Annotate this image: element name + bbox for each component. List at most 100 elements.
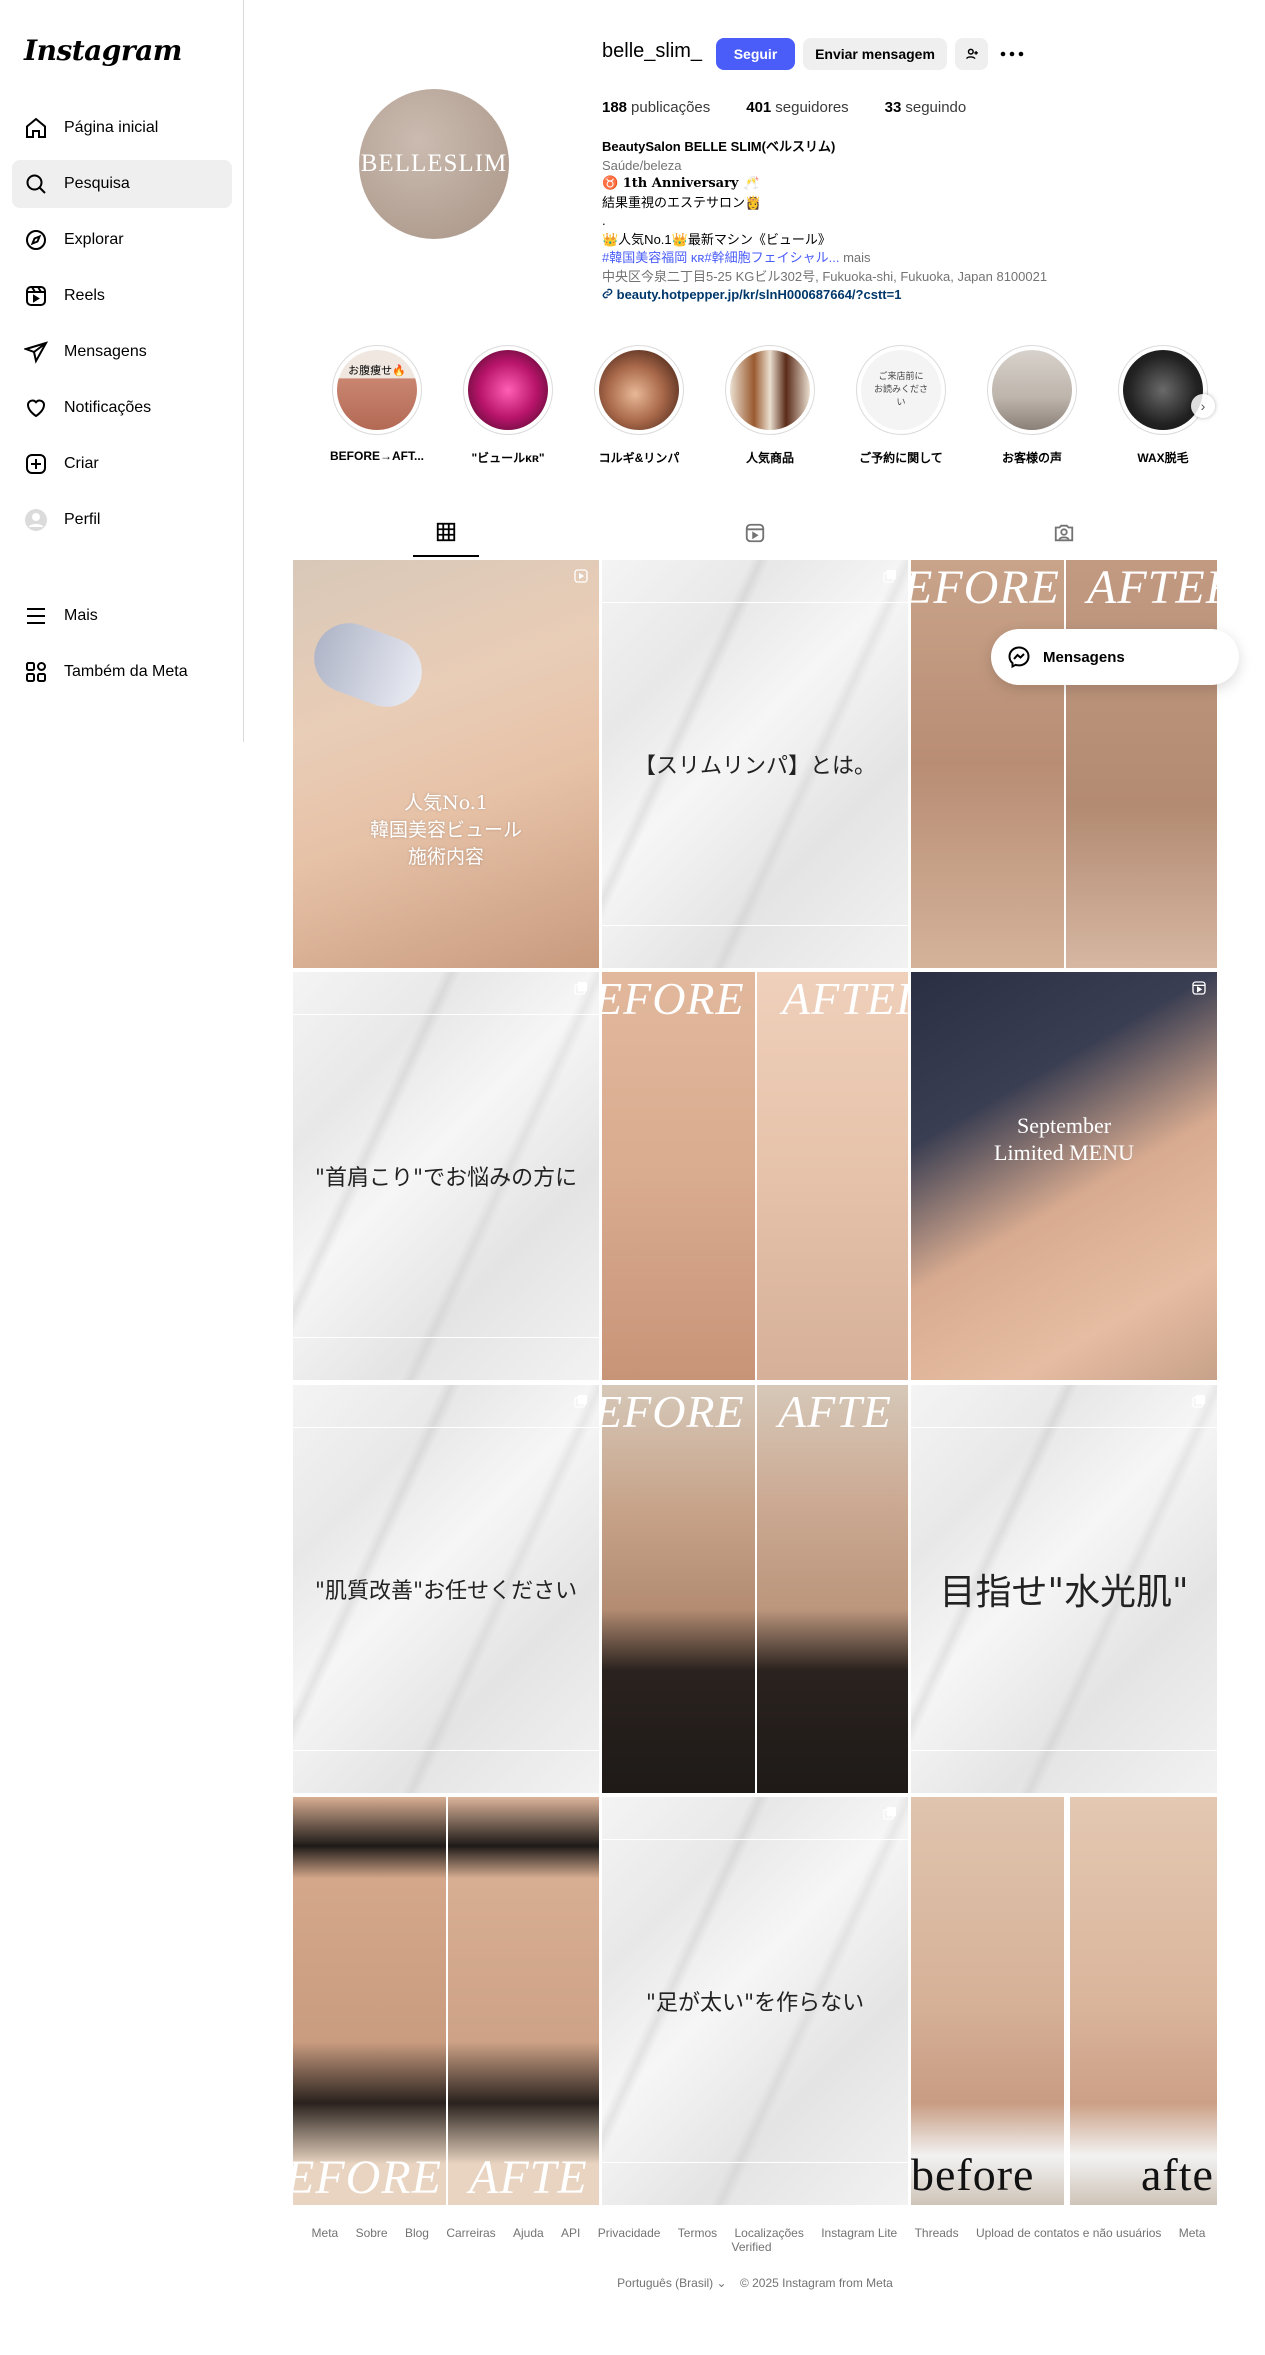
reel-badge-icon — [574, 569, 588, 583]
sidebar-item-profile[interactable]: Perfil — [12, 496, 232, 544]
post-tile[interactable]: 人気No.1 韓国美容ビュール 施術内容 — [293, 560, 599, 968]
send-icon — [24, 341, 48, 364]
send-message-button[interactable]: Enviar mensagem — [803, 38, 947, 70]
footer-link[interactable]: Termos — [678, 2226, 717, 2240]
sidebar-item-messages[interactable]: Mensagens — [12, 328, 232, 376]
footer-link[interactable]: Carreiras — [446, 2226, 495, 2240]
bio-link[interactable]: beauty.hotpepper.jp/kr/slnH000687664/?cs… — [617, 287, 902, 302]
profile-avatar[interactable]: BELLESLIM — [359, 89, 509, 239]
post-tile[interactable]: EFORE AFTE — [293, 1797, 599, 2205]
post-tile[interactable]: before afte — [911, 1797, 1217, 2205]
footer-link[interactable]: Sobre — [356, 2226, 388, 2240]
posts-count: 188 publicações — [602, 99, 711, 116]
post-caption: September Limited MENU — [994, 1113, 1134, 1165]
tab-tagged[interactable] — [1031, 509, 1097, 557]
sidebar-item-reels[interactable]: Reels — [12, 272, 232, 320]
bio-link-row[interactable]: beauty.hotpepper.jp/kr/slnH000687664/?cs… — [602, 286, 1122, 305]
tab-posts[interactable] — [413, 509, 479, 557]
post-after-label: afte — [1141, 2149, 1214, 2200]
floating-messages-button[interactable]: Mensagens — [991, 629, 1239, 685]
post-tile[interactable]: 【スリムリンパ】とは。 — [602, 560, 908, 968]
footer-link[interactable]: Threads — [915, 2226, 959, 2240]
profile-icon — [25, 509, 47, 531]
sidebar-item-notifications[interactable]: Notificações — [12, 384, 232, 432]
sidebar-item-search[interactable]: Pesquisa — [12, 160, 232, 208]
post-after-label: AFTEI — [782, 973, 908, 1024]
footer-link[interactable]: Meta — [312, 2226, 339, 2240]
bio-line: . — [602, 213, 606, 228]
search-icon — [26, 174, 46, 194]
footer-link[interactable]: Ajuda — [513, 2226, 544, 2240]
footer-link[interactable]: Blog — [405, 2226, 429, 2240]
footer-link[interactable]: Instagram Lite — [821, 2226, 897, 2240]
highlight-item[interactable]: お客様の声 — [982, 345, 1082, 466]
tab-reels[interactable] — [722, 509, 788, 557]
post-tile[interactable]: "足が太い"を作らない — [602, 1797, 908, 2205]
bio-line: ♉ 1th Anniversary 🥂 — [602, 176, 760, 191]
highlight-item[interactable]: お腹痩せ🔥 BEFORE→AFT... — [327, 345, 427, 463]
followers-count[interactable]: 401 seguidores — [746, 99, 848, 116]
sidebar-item-explore[interactable]: Explorar — [12, 216, 232, 264]
footer-link[interactable]: Privacidade — [598, 2226, 661, 2240]
following-count[interactable]: 33 seguindo — [885, 99, 967, 116]
link-icon — [602, 288, 613, 299]
footer-link[interactable]: Upload de contatos e não usuários — [976, 2226, 1161, 2240]
add-user-icon — [965, 48, 978, 60]
post-after-label: AFTER — [1087, 561, 1217, 614]
meta-apps-icon — [26, 662, 46, 682]
heart-icon — [26, 399, 46, 418]
highlight-cover — [1123, 350, 1203, 430]
post-tile[interactable]: 目指せ"水光肌" — [911, 1385, 1217, 1793]
highlight-item[interactable]: コルギ&リンパ — [589, 345, 689, 466]
post-after-label: AFTE — [778, 1386, 892, 1437]
bio-more-link[interactable]: mais — [839, 250, 870, 265]
profile-stats: 188 publicações 401 seguidores 33 seguindo — [602, 99, 1002, 116]
menu-icon — [27, 608, 45, 624]
carousel-badge-icon — [1192, 1395, 1205, 1408]
post-caption: "首肩こり"でお悩みの方に — [314, 1166, 578, 1191]
highlights-next-button[interactable]: › — [1191, 394, 1215, 418]
post-before-label: EFORE — [602, 973, 745, 1024]
sidebar-item-more[interactable]: Mais — [12, 592, 232, 640]
more-options-button[interactable] — [997, 40, 1027, 68]
post-tile[interactable]: "肌質改善"お任せください — [293, 1385, 599, 1793]
post-tile[interactable]: September Limited MENU — [911, 972, 1217, 1380]
sidebar-item-also-from-meta[interactable]: Também da Meta — [12, 648, 232, 696]
post-tile[interactable]: EFORE AFTER — [911, 560, 1217, 968]
highlight-item[interactable]: "ビュールᴋʀ" — [458, 345, 558, 466]
post-tile[interactable]: EFORE AFTEI — [602, 972, 908, 1380]
chevron-right-icon: › — [1200, 398, 1206, 414]
footer: Meta Sobre Blog Carreiras Ajuda API Priv… — [293, 2226, 1217, 2290]
bio-hashtags[interactable]: #韓国美容福岡 ᴋʀ#幹細胞フェイシャル... — [602, 250, 839, 265]
post-caption: 目指せ"水光肌" — [939, 1572, 1189, 1613]
highlight-item[interactable]: 人気商品 — [720, 345, 820, 466]
chevron-down-icon: ⌄ — [716, 2276, 727, 2290]
highlight-item[interactable]: ご来店前に お読みください ご予約に関して — [851, 345, 951, 466]
profile-username: belle_slim_ — [602, 40, 703, 62]
suggested-users-button[interactable] — [955, 38, 988, 70]
compass-icon — [26, 230, 46, 250]
sidebar-bottom: Mais Também da Meta — [12, 592, 232, 704]
footer-links: Meta Sobre Blog Carreiras Ajuda API Priv… — [293, 2226, 1217, 2254]
highlight-cover: ご来店前に お読みください — [861, 350, 941, 430]
post-tile[interactable]: "首肩こり"でお悩みの方に — [293, 972, 599, 1380]
highlight-cover — [992, 350, 1072, 430]
footer-link[interactable]: Localizações — [734, 2226, 803, 2240]
post-caption: "肌質改善"お任せください — [314, 1579, 578, 1604]
bio-address[interactable]: 中央区今泉二丁目5-25 KGビル302号, Fukuoka-shi, Fuku… — [602, 268, 1122, 287]
post-caption: 【スリムリンパ】とは。 — [633, 754, 876, 779]
bio-line: 結果重視のエステサロン👸 — [602, 194, 762, 210]
reels-icon — [745, 523, 765, 543]
sidebar-item-create[interactable]: Criar — [12, 440, 232, 488]
sidebar-item-home[interactable]: Página inicial — [12, 104, 232, 152]
bio-hashtags-row: #韓国美容福岡 ᴋʀ#幹細胞フェイシャル... mais — [602, 249, 1122, 268]
carousel-badge-icon — [883, 570, 896, 583]
footer-link[interactable]: API — [561, 2226, 580, 2240]
language-select[interactable]: Português (Brasil) ⌄ — [617, 2276, 726, 2290]
instagram-logo[interactable]: Instagram — [24, 34, 182, 67]
carousel-badge-icon — [883, 1807, 896, 1820]
post-tile[interactable]: EFORE AFTE — [602, 1385, 908, 1793]
follow-button[interactable]: Seguir — [716, 38, 795, 70]
post-before-label: EFORE — [911, 561, 1060, 614]
bio-name: BeautySalon BELLE SLIM(ベルスリム) — [602, 139, 836, 154]
